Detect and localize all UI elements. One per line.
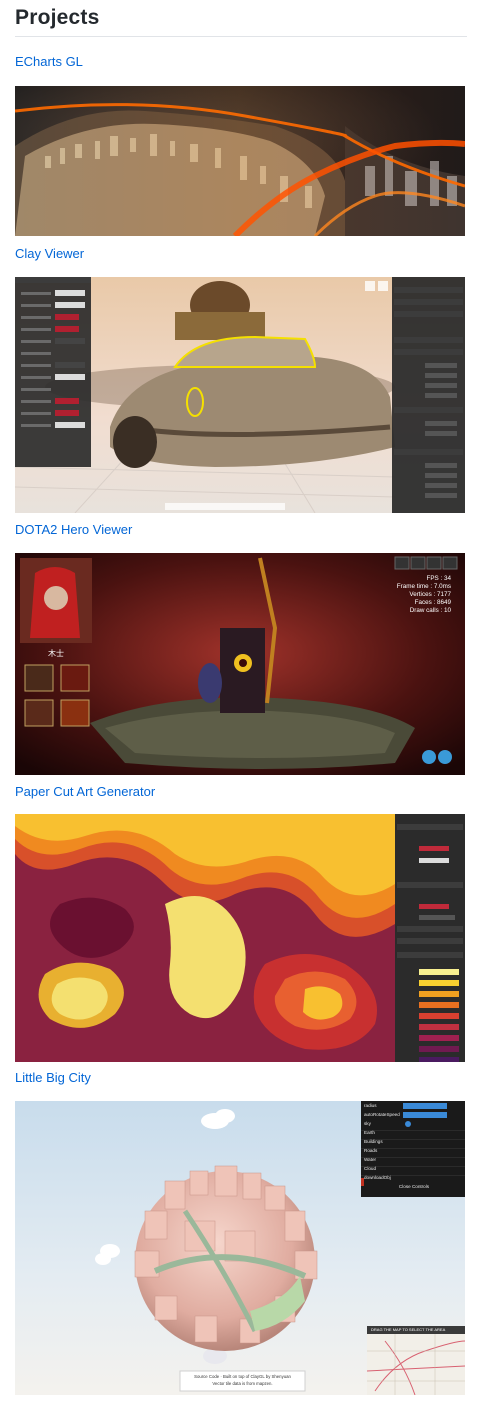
city-footer: Source Code · Built on top of ClayGL by … xyxy=(180,1373,305,1387)
control-download-obj[interactable]: downloadObj xyxy=(364,1173,464,1182)
control-sky[interactable]: sky xyxy=(364,1119,464,1128)
stat-frame-time: Frame time : 7.0ms xyxy=(396,583,451,590)
footer-source-line[interactable]: Source Code · Built on top of ClayGL by … xyxy=(180,1373,305,1380)
project-link-dota2-hero-viewer[interactable]: DOTA2 Hero Viewer xyxy=(15,522,132,537)
project-link-little-big-city[interactable]: Little Big City xyxy=(15,1070,91,1085)
control-buildings[interactable]: Buildings xyxy=(364,1137,464,1146)
little-big-city-screenshot[interactable]: radius autoRotateSpeed sky Earth Buildin… xyxy=(15,1101,465,1395)
echarts-gl-screenshot[interactable] xyxy=(15,86,465,236)
paper-cut-screenshot[interactable] xyxy=(15,814,465,1062)
project-link-clay-viewer[interactable]: Clay Viewer xyxy=(15,246,84,261)
stat-faces: Faces : 8649 xyxy=(414,599,451,606)
city-controls-panel[interactable]: radius autoRotateSpeed sky Earth Buildin… xyxy=(364,1101,464,1191)
control-earth[interactable]: Earth xyxy=(364,1128,464,1137)
section-heading: Projects xyxy=(15,6,100,29)
control-roads[interactable]: Roads xyxy=(364,1146,464,1155)
dota2-viewer-screenshot[interactable]: 木士 FPS : 34 Frame time : 7.0ms Vertices … xyxy=(15,553,465,775)
clay-viewer-screenshot[interactable] xyxy=(15,277,465,513)
control-water[interactable]: Water xyxy=(364,1155,464,1164)
heading-divider xyxy=(15,36,467,37)
close-controls-button[interactable]: Close Controls xyxy=(364,1182,464,1191)
control-radius[interactable]: radius xyxy=(364,1101,464,1110)
footer-data-line: Vector tile data is from mapzen. xyxy=(212,1381,273,1386)
control-auto-rotate-speed[interactable]: autoRotateSpeed xyxy=(364,1110,464,1119)
stat-fps: FPS : 34 xyxy=(426,575,452,582)
project-link-echarts-gl[interactable]: ECharts GL xyxy=(15,54,83,69)
stat-vertices: Vertices : 7177 xyxy=(409,591,451,598)
render-stats: FPS : 34 Frame time : 7.0ms Vertices : 7… xyxy=(397,575,451,615)
hero-name: 木士 xyxy=(48,649,64,658)
map-hint: DRAG THE MAP TO SELECT THE AREA xyxy=(371,1327,446,1332)
project-link-paper-cut-art-generator[interactable]: Paper Cut Art Generator xyxy=(15,784,155,799)
stat-draw-calls: Draw calls : 10 xyxy=(409,607,451,614)
control-cloud[interactable]: Cloud xyxy=(364,1164,464,1173)
